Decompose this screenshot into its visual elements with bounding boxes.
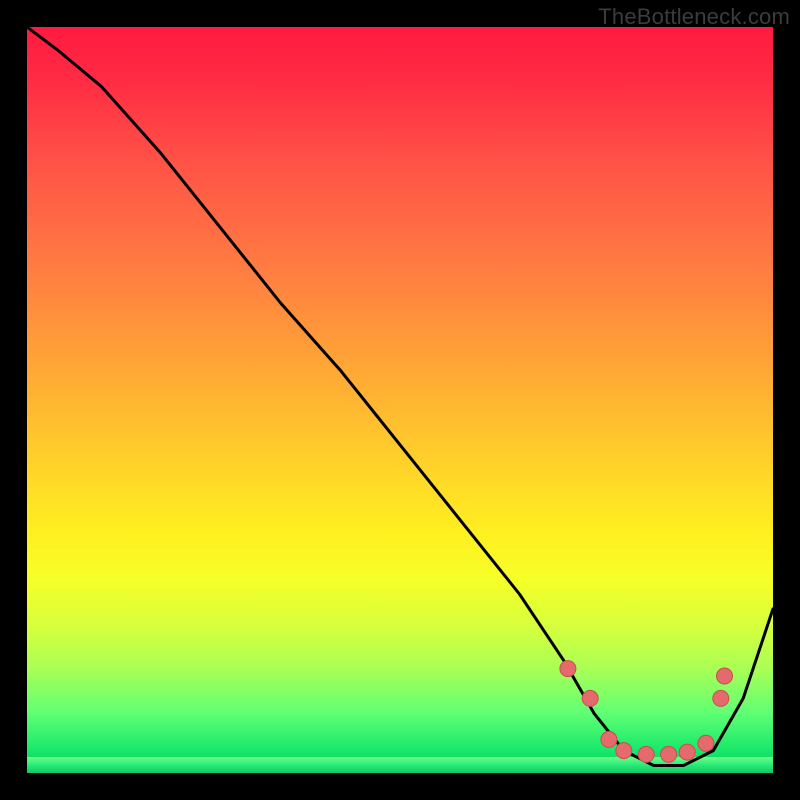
plot-area: [27, 27, 773, 773]
valley-marker: [717, 668, 733, 684]
valley-marker: [661, 746, 677, 762]
valley-marker: [560, 661, 576, 677]
chart-frame: TheBottleneck.com: [0, 0, 800, 800]
valley-marker: [638, 746, 654, 762]
curve-path: [27, 27, 773, 766]
bottleneck-curve: [27, 27, 773, 773]
valley-marker: [601, 731, 617, 747]
watermark-text: TheBottleneck.com: [598, 4, 790, 30]
valley-marker: [713, 690, 729, 706]
valley-marker: [616, 743, 632, 759]
valley-marker: [679, 744, 695, 760]
valley-marker: [698, 735, 714, 751]
valley-marker: [582, 690, 598, 706]
